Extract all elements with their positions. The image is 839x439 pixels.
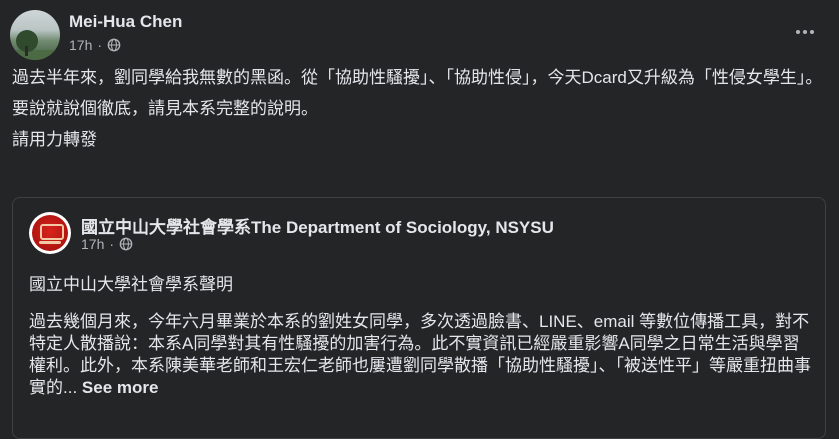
- more-options-button[interactable]: [791, 18, 819, 46]
- shared-post-paragraph: 過去幾個月來，今年六月畢業於本系的劉姓女同學，多次透過臉書、LINE、email…: [29, 311, 813, 399]
- meta-separator: ·: [97, 37, 103, 53]
- shared-post-timestamp[interactable]: 17h: [81, 236, 104, 252]
- post-body: 過去半年來，劉同學給我無數的黑函。從「協助性騷擾」、「協助性侵」，今天Dcard…: [12, 67, 827, 160]
- post-paragraph: 要說就說個徹底，請見本系完整的說明。: [12, 99, 318, 118]
- post-paragraph: 請用力轉發: [12, 130, 97, 149]
- globe-icon[interactable]: [119, 237, 133, 251]
- shared-post-card[interactable]: 國立中山大學社會學系The Department of Sociology, N…: [12, 197, 826, 439]
- facebook-post: Mei-Hua Chen 17h · 過去半年來，劉同學給我無數的黑函。從「協助…: [0, 0, 839, 439]
- shared-post-meta: 17h ·: [81, 236, 133, 252]
- shared-post-title: 國立中山大學社會學系聲明: [29, 275, 233, 294]
- more-options-icon: [796, 30, 800, 34]
- post-meta: 17h ·: [69, 37, 121, 53]
- author-avatar[interactable]: [10, 10, 60, 60]
- meta-separator: ·: [109, 236, 115, 252]
- post-timestamp[interactable]: 17h: [69, 37, 92, 53]
- shared-post-body: 國立中山大學社會學系聲明 過去幾個月來，今年六月畢業於本系的劉姓女同學，多次透過…: [29, 274, 813, 414]
- department-logo-icon: [32, 215, 68, 251]
- author-name[interactable]: Mei-Hua Chen: [69, 12, 182, 32]
- shared-page-name[interactable]: 國立中山大學社會學系The Department of Sociology, N…: [81, 213, 554, 238]
- see-more-link[interactable]: See more: [82, 378, 159, 397]
- post-paragraph: 過去半年來，劉同學給我無數的黑函。從「協助性騷擾」、「協助性侵」，今天Dcard…: [12, 68, 823, 87]
- globe-icon[interactable]: [107, 38, 121, 52]
- page-avatar[interactable]: [29, 212, 71, 254]
